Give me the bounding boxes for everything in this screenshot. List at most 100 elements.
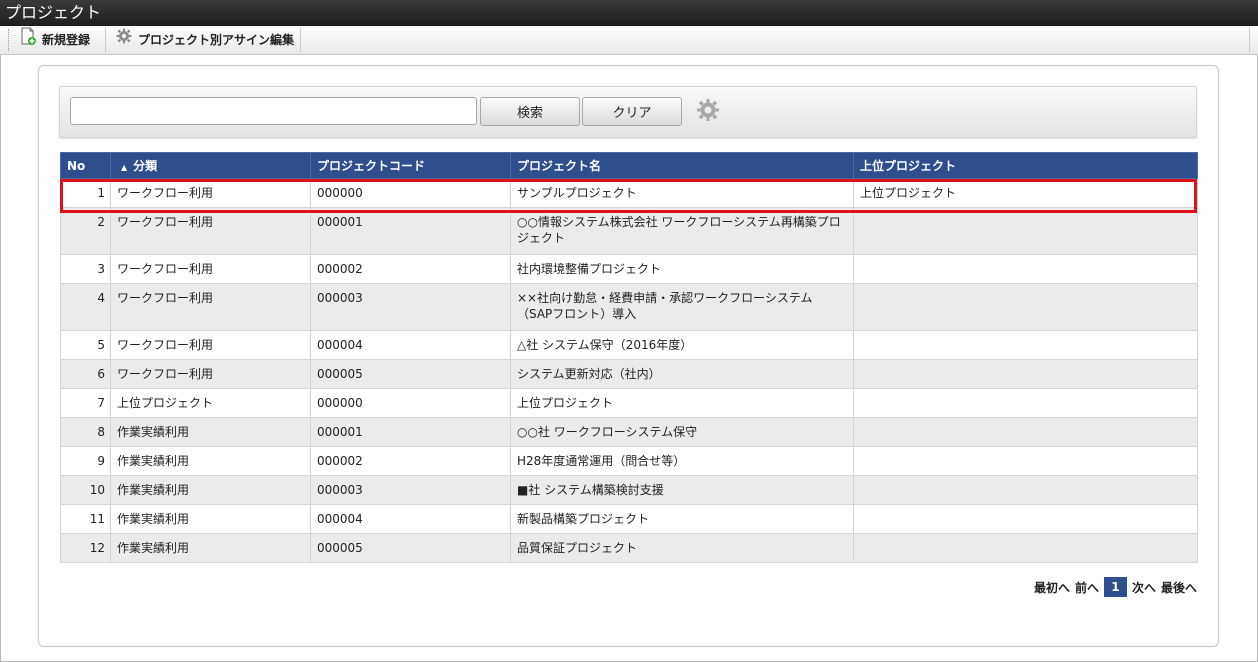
cell-no: 11 bbox=[60, 504, 111, 534]
cell-category: ワークフロー利用 bbox=[110, 254, 311, 284]
clear-button[interactable]: クリア bbox=[582, 97, 682, 126]
cell-parent bbox=[853, 254, 1198, 284]
pager-next-link[interactable]: 次へ bbox=[1132, 579, 1156, 596]
cell-code: 000005 bbox=[310, 533, 511, 563]
cell-no: 4 bbox=[60, 283, 111, 331]
table-row[interactable]: 6 ワークフロー利用 000005 システム更新対応（社内） bbox=[60, 359, 1198, 389]
cell-code: 000003 bbox=[310, 283, 511, 331]
table-row[interactable]: 3 ワークフロー利用 000002 社内環境整備プロジェクト bbox=[60, 254, 1198, 284]
cell-name: 新製品構築プロジェクト bbox=[510, 504, 854, 534]
table-row[interactable]: 5 ワークフロー利用 000004 △社 システム保守（2016年度） bbox=[60, 330, 1198, 360]
cell-no: 2 bbox=[60, 207, 111, 255]
pager-last-link[interactable]: 最後へ bbox=[1161, 579, 1197, 596]
cell-name: H28年度通常運用（問合せ等） bbox=[510, 446, 854, 476]
cell-parent bbox=[853, 417, 1198, 447]
table-row[interactable]: 7 上位プロジェクト 000000 上位プロジェクト bbox=[60, 388, 1198, 418]
cell-no: 5 bbox=[60, 330, 111, 360]
cell-name: 上位プロジェクト bbox=[510, 388, 854, 418]
cell-category: ワークフロー利用 bbox=[110, 359, 311, 389]
table-row[interactable]: 4 ワークフロー利用 000003 ××社向け勤怠・経費申請・承認ワークフローシ… bbox=[60, 283, 1198, 331]
project-table: No ▲ 分類 プロジェクトコード プロジェクト名 上位プロジェクト 1 ワークフ… bbox=[60, 152, 1198, 563]
column-header-code[interactable]: プロジェクトコード bbox=[310, 152, 511, 179]
cell-name: ○○情報システム株式会社 ワークフローシステム再構築プロジェクト bbox=[510, 207, 854, 255]
table-row[interactable]: 2 ワークフロー利用 000001 ○○情報システム株式会社 ワークフローシステ… bbox=[60, 207, 1198, 255]
cell-no: 8 bbox=[60, 417, 111, 447]
cell-name: サンプルプロジェクト bbox=[510, 178, 854, 208]
sort-ascending-icon: ▲ bbox=[121, 163, 128, 172]
column-header-no[interactable]: No bbox=[60, 152, 111, 179]
cell-parent bbox=[853, 283, 1198, 331]
new-document-icon bbox=[20, 27, 36, 53]
cell-name: △社 システム保守（2016年度） bbox=[510, 330, 854, 360]
page-title: プロジェクト bbox=[0, 0, 1258, 26]
pagination: 最初へ 前へ 1 次へ 最後へ bbox=[1034, 577, 1197, 597]
cell-category: 作業実績利用 bbox=[110, 475, 311, 505]
toolbar-separator bbox=[1249, 28, 1250, 52]
search-input[interactable] bbox=[70, 97, 477, 125]
cell-name: ○○社 ワークフローシステム保守 bbox=[510, 417, 854, 447]
project-assign-edit-button[interactable]: プロジェクト別アサイン編集 bbox=[108, 28, 302, 52]
search-settings-gear-icon[interactable] bbox=[696, 98, 720, 122]
table-row[interactable]: 11 作業実績利用 000004 新製品構築プロジェクト bbox=[60, 504, 1198, 534]
toolbar-separator bbox=[300, 28, 301, 52]
cell-category: 上位プロジェクト bbox=[110, 388, 311, 418]
cell-no: 12 bbox=[60, 533, 111, 563]
new-register-button[interactable]: 新規登録 bbox=[12, 27, 98, 53]
cell-code: 000005 bbox=[310, 359, 511, 389]
cell-category: ワークフロー利用 bbox=[110, 207, 311, 255]
cell-category: 作業実績利用 bbox=[110, 417, 311, 447]
column-header-category[interactable]: ▲ 分類 bbox=[110, 152, 311, 179]
cell-name: システム更新対応（社内） bbox=[510, 359, 854, 389]
table-row[interactable]: 8 作業実績利用 000001 ○○社 ワークフローシステム保守 bbox=[60, 417, 1198, 447]
gear-icon bbox=[116, 28, 132, 52]
cell-name: 品質保証プロジェクト bbox=[510, 533, 854, 563]
cell-code: 000004 bbox=[310, 330, 511, 360]
cell-category: 作業実績利用 bbox=[110, 504, 311, 534]
toolbar-separator bbox=[105, 28, 106, 52]
search-button[interactable]: 検索 bbox=[480, 97, 580, 126]
cell-code: 000001 bbox=[310, 207, 511, 255]
cell-no: 9 bbox=[60, 446, 111, 476]
cell-no: 10 bbox=[60, 475, 111, 505]
cell-parent: 上位プロジェクト bbox=[853, 178, 1198, 208]
cell-category: ワークフロー利用 bbox=[110, 178, 311, 208]
cell-category: 作業実績利用 bbox=[110, 446, 311, 476]
project-assign-edit-label: プロジェクト別アサイン編集 bbox=[138, 33, 295, 47]
cell-code: 000001 bbox=[310, 417, 511, 447]
cell-code: 000003 bbox=[310, 475, 511, 505]
toolbar-grip bbox=[8, 29, 10, 51]
cell-code: 000000 bbox=[310, 388, 511, 418]
cell-category: ワークフロー利用 bbox=[110, 330, 311, 360]
table-row[interactable]: 1 ワークフロー利用 000000 サンプルプロジェクト 上位プロジェクト bbox=[60, 178, 1198, 208]
table-row[interactable]: 9 作業実績利用 000002 H28年度通常運用（問合せ等） bbox=[60, 446, 1198, 476]
cell-parent bbox=[853, 359, 1198, 389]
cell-parent bbox=[853, 330, 1198, 360]
column-header-category-label: 分類 bbox=[133, 159, 158, 173]
cell-code: 000000 bbox=[310, 178, 511, 208]
cell-code: 000004 bbox=[310, 504, 511, 534]
column-header-name[interactable]: プロジェクト名 bbox=[510, 152, 854, 179]
table-row[interactable]: 12 作業実績利用 000005 品質保証プロジェクト bbox=[60, 533, 1198, 563]
cell-name: 社内環境整備プロジェクト bbox=[510, 254, 854, 284]
cell-parent bbox=[853, 475, 1198, 505]
cell-parent bbox=[853, 446, 1198, 476]
cell-name: ××社向け勤怠・経費申請・承認ワークフローシステム（SAPフロント）導入 bbox=[510, 283, 854, 331]
cell-parent bbox=[853, 533, 1198, 563]
new-register-label: 新規登録 bbox=[42, 33, 91, 47]
column-header-parent[interactable]: 上位プロジェクト bbox=[853, 152, 1198, 179]
table-header-row: No ▲ 分類 プロジェクトコード プロジェクト名 上位プロジェクト bbox=[60, 152, 1198, 179]
cell-code: 000002 bbox=[310, 254, 511, 284]
toolbar: 新規登録 プロジェクト別アサイン編集 bbox=[0, 26, 1258, 55]
cell-parent bbox=[853, 504, 1198, 534]
pager-first-link[interactable]: 最初へ bbox=[1034, 579, 1070, 596]
cell-parent bbox=[853, 388, 1198, 418]
cell-parent bbox=[853, 207, 1198, 255]
pager-current-page: 1 bbox=[1103, 577, 1127, 597]
pager-prev-link[interactable]: 前へ bbox=[1075, 579, 1099, 596]
cell-no: 6 bbox=[60, 359, 111, 389]
cell-code: 000002 bbox=[310, 446, 511, 476]
cell-no: 3 bbox=[60, 254, 111, 284]
cell-name: ■社 システム構築検討支援 bbox=[510, 475, 854, 505]
cell-no: 7 bbox=[60, 388, 111, 418]
table-row[interactable]: 10 作業実績利用 000003 ■社 システム構築検討支援 bbox=[60, 475, 1198, 505]
